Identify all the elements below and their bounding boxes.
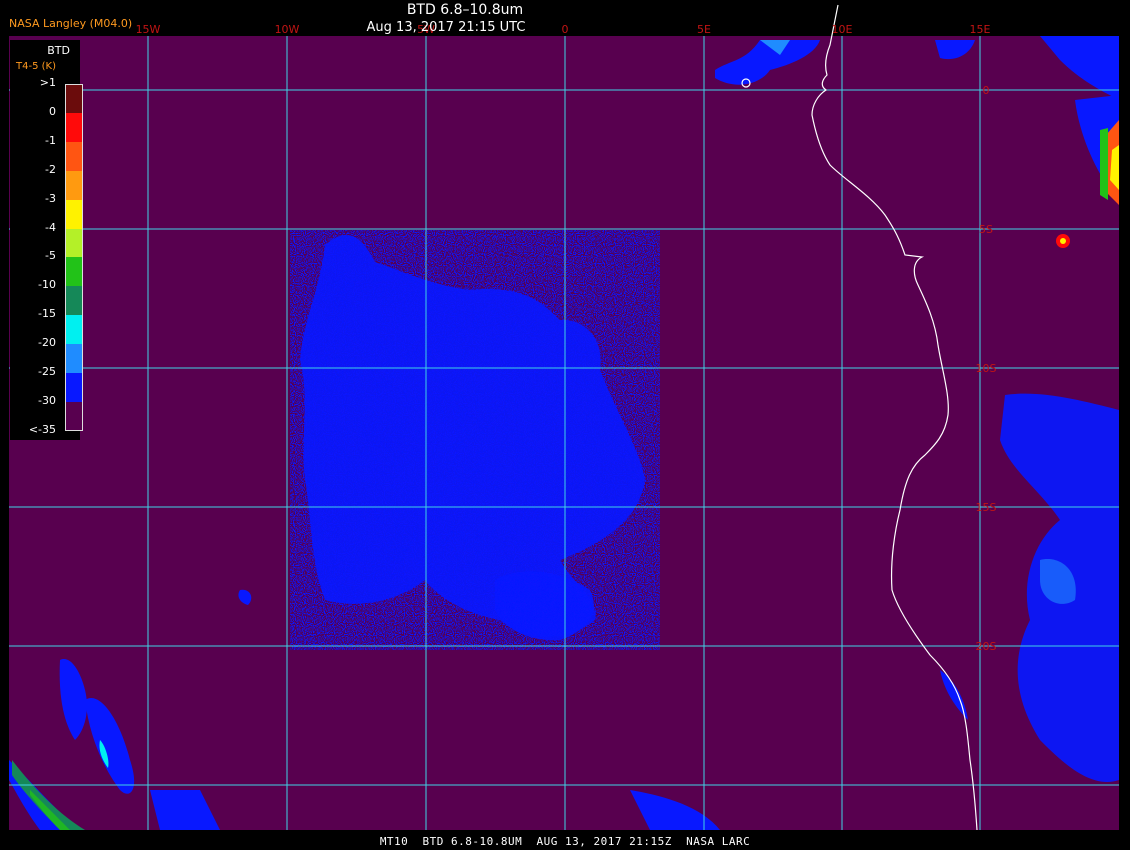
legend-label: -15 (38, 307, 56, 321)
legend-title: BTD (47, 44, 70, 57)
timestamp: Aug 13, 2017 21:15 UTC (366, 20, 526, 35)
latitude-label: 5S (979, 223, 993, 236)
legend-label: <-35 (28, 422, 56, 436)
legend-label: -20 (38, 336, 56, 350)
legend-frame (65, 84, 83, 431)
color-legend: BTD T4-5 (K) >1 0 -1 -2 -3 -4 -5 -10 -15 -20 -25 -3… (10, 40, 83, 440)
longitude-label: 15E (970, 23, 991, 36)
legend-label: -3 (45, 191, 56, 205)
legend-label: -2 (45, 162, 56, 176)
credit-label: NASA Langley (M04.0) (9, 17, 133, 30)
product-title: BTD 6.8–10.8um (406, 2, 524, 18)
latitude-label: 20S (976, 640, 997, 653)
legend-label: -25 (38, 365, 56, 378)
legend-label: -1 (45, 133, 56, 147)
legend-label: >1 (39, 76, 56, 89)
legend-label: 0 (49, 104, 56, 118)
legend-subtitle: T4-5 (K) (16, 61, 56, 72)
legend-label: -5 (45, 249, 56, 263)
footer-caption: MT10 BTD 6.8-10.8UM AUG 13, 2017 21:15Z … (379, 835, 751, 848)
latitude-label: 10S (976, 362, 997, 375)
latitude-label: 15S (976, 501, 997, 514)
satellite-map: 15W 10W 5W 0 5E 10E 15E 05S10S15S20S (9, 4, 1119, 831)
legend-label: -30 (38, 393, 56, 407)
legend-label: -4 (45, 220, 56, 234)
latitude-label: 0 (983, 84, 990, 97)
legend-label: -10 (38, 278, 56, 292)
